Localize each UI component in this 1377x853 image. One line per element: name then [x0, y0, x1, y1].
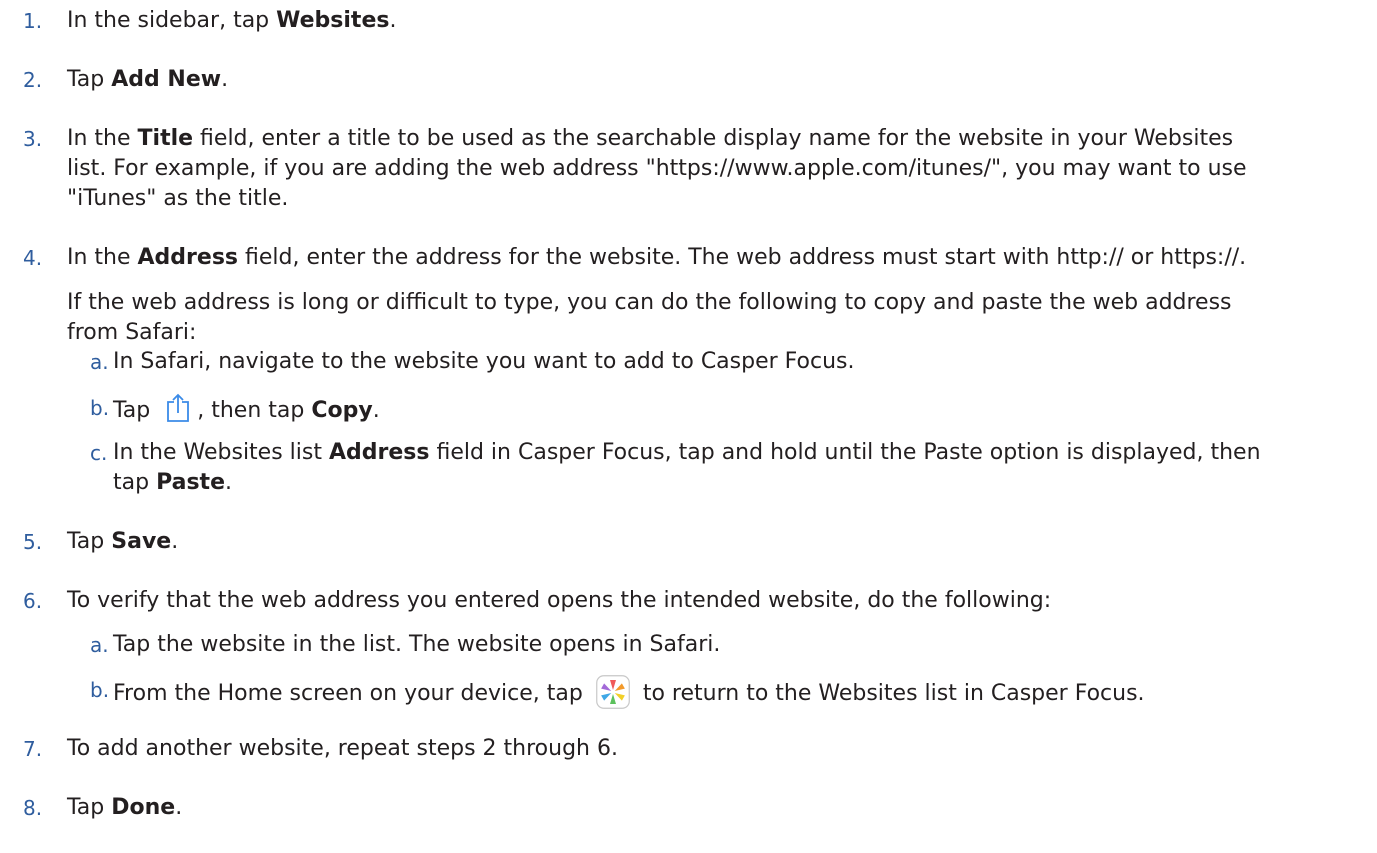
substep-text: In the Websites list Address field in Ca… [113, 440, 1261, 495]
step-text: Tap Save. [67, 529, 179, 554]
substep-letter: b. [90, 678, 110, 702]
step-number: 2. [23, 68, 43, 92]
address-field-ref: Address [328, 440, 430, 465]
websites-ref: Websites [276, 8, 390, 33]
save-ref: Save [111, 529, 172, 554]
substep-letter: a. [90, 350, 109, 374]
step-text: Tap Done. [67, 795, 183, 820]
step-number: 3. [23, 127, 43, 151]
step-text: Tap Add New. [67, 67, 229, 92]
step-number: 4. [23, 246, 43, 270]
title-field-ref: Title [137, 126, 194, 151]
copy-ref: Copy [311, 398, 373, 423]
step-text: In the Title field, enter a title to be … [67, 126, 1247, 211]
substep-letter: c. [90, 441, 108, 465]
step-number: 1. [23, 9, 43, 33]
step-number: 8. [23, 796, 43, 820]
step-number: 7. [23, 737, 43, 761]
add-new-ref: Add New [111, 67, 222, 92]
step-text: To add another website, repeat steps 2 t… [67, 736, 618, 761]
substep-text: From the Home screen on your device, tap… [113, 675, 1373, 709]
step-number: 6. [23, 589, 43, 613]
substep-text: Tap , then tap Copy. [113, 393, 1373, 426]
step-number: 5. [23, 530, 43, 554]
step-text: In the Address field, enter the address … [67, 245, 1247, 345]
substep-letter: a. [90, 633, 109, 657]
share-icon [165, 393, 191, 423]
done-ref: Done [111, 795, 176, 820]
paste-ref: Paste [156, 470, 225, 495]
substep-letter: b. [90, 396, 110, 420]
address-field-ref: Address [137, 245, 239, 270]
substep-text: In Safari, navigate to the website you w… [113, 349, 855, 374]
casper-focus-app-icon [596, 675, 630, 709]
substep-text: Tap the website in the list. The website… [113, 632, 721, 657]
step-text: In the sidebar, tap Websites. [67, 8, 397, 33]
step-text: To verify that the web address you enter… [67, 588, 1052, 613]
